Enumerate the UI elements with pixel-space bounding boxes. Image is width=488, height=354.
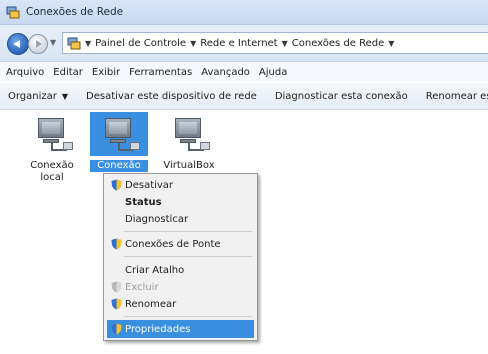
breadcrumb-separator[interactable]: ▼ — [190, 39, 196, 48]
recent-pages-dropdown[interactable]: ▼ — [50, 38, 56, 47]
breadcrumb-separator[interactable]: ▼ — [85, 39, 91, 48]
menu-item-create-shortcut[interactable]: Criar Atalho — [107, 261, 254, 279]
forward-button[interactable] — [28, 34, 48, 54]
rename-connection-button[interactable]: Renomear es — [426, 91, 488, 102]
menu-bar: Arquivo Editar Exibir Ferramentas Avança… — [0, 62, 488, 82]
menu-help[interactable]: Ajuda — [259, 67, 287, 78]
organize-label: Organizar — [8, 90, 57, 102]
control-panel-icon — [67, 36, 81, 50]
connection-label: Conexão — [97, 160, 141, 171]
connection-label: Conexão — [30, 160, 74, 171]
menu-item-label: Propriedades — [125, 323, 191, 335]
menu-view[interactable]: Exibir — [92, 67, 120, 78]
menu-item-rename[interactable]: Renomear — [107, 295, 254, 313]
connection-item-selected[interactable]: Conexão — [90, 112, 148, 172]
menu-file[interactable]: Arquivo — [6, 67, 44, 78]
menu-advanced[interactable]: Avançado — [201, 67, 250, 78]
connection-item-virtualbox[interactable]: VirtualBox — [160, 112, 218, 172]
menu-item-properties[interactable]: Propriedades — [107, 320, 254, 338]
back-button[interactable] — [7, 33, 29, 55]
chevron-down-icon: ▼ — [61, 91, 69, 101]
menu-item-status[interactable]: Status — [107, 193, 254, 211]
menu-separator — [124, 231, 252, 232]
menu-item-label: Desativar — [125, 179, 174, 191]
menu-item-label: Excluir — [125, 281, 159, 293]
breadcrumb-control-panel[interactable]: Painel de Controle — [95, 38, 186, 49]
menu-item-delete: Excluir — [107, 278, 254, 296]
context-menu: Desativar Status Diagnosticar Conexões d… — [103, 173, 258, 341]
connection-label: VirtualBox — [163, 160, 215, 171]
address-bar[interactable]: ▼ Painel de Controle ▼ Rede e Internet ▼… — [62, 32, 488, 54]
command-bar: Organizar ▼ Desativar este dispositivo de… — [0, 83, 488, 110]
window-title: Conexões de Rede — [26, 6, 124, 18]
breadcrumb-separator[interactable]: ▼ — [282, 39, 288, 48]
menu-item-disable[interactable]: Desativar — [107, 176, 254, 194]
breadcrumb-network-connections[interactable]: Conexões de Rede — [292, 38, 385, 49]
menu-edit[interactable]: Editar — [53, 67, 83, 78]
network-connections-icon — [6, 5, 20, 19]
title-bar: Conexões de Rede — [0, 0, 488, 25]
menu-item-label: Criar Atalho — [125, 264, 185, 276]
shield-icon — [111, 238, 122, 250]
organize-button[interactable]: Organizar ▼ — [8, 91, 68, 102]
network-adapter-icon — [23, 112, 81, 156]
menu-item-label: Status — [125, 196, 162, 208]
connection-item-local[interactable]: Conexão local — [23, 112, 81, 184]
shield-icon — [111, 323, 122, 335]
menu-item-label: Conexões de Ponte — [125, 238, 221, 250]
menu-item-bridge-connections[interactable]: Conexões de Ponte — [107, 235, 254, 253]
shield-icon — [111, 281, 122, 293]
disable-device-button[interactable]: Desativar este dispositivo de rede — [86, 91, 257, 102]
breadcrumb-network-internet[interactable]: Rede e Internet — [200, 38, 277, 49]
shield-icon — [111, 179, 122, 191]
diagnose-connection-button[interactable]: Diagnosticar esta conexão — [275, 91, 408, 102]
breadcrumb-separator[interactable]: ▼ — [388, 39, 394, 48]
shield-icon — [111, 298, 122, 310]
menu-separator — [124, 316, 252, 317]
network-adapter-icon — [160, 112, 218, 156]
connection-label: local — [40, 172, 64, 183]
navigation-bar: ▼ ▼ Painel de Controle ▼ Rede e Internet… — [0, 25, 488, 62]
menu-item-label: Diagnosticar — [125, 213, 189, 225]
network-adapter-icon — [90, 112, 148, 156]
menu-separator — [124, 256, 252, 257]
menu-item-diagnose[interactable]: Diagnosticar — [107, 210, 254, 228]
menu-item-label: Renomear — [125, 298, 177, 310]
menu-tools[interactable]: Ferramentas — [129, 67, 192, 78]
